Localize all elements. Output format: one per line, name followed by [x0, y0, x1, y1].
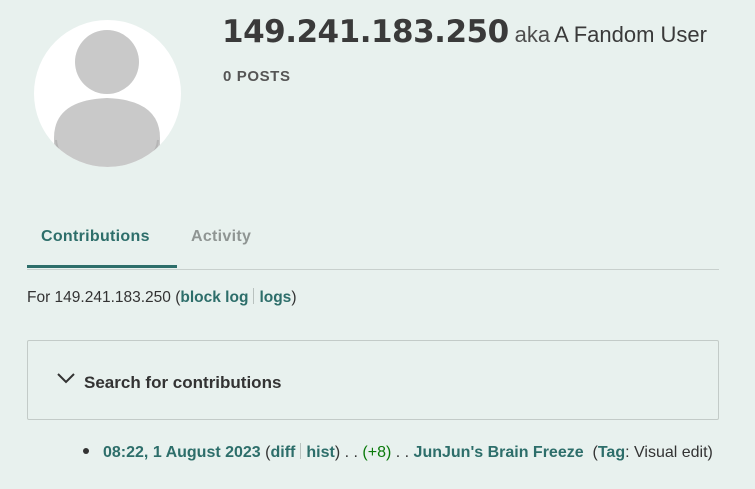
contributions-for-line: For 149.241.183.250 (block log logs) — [27, 288, 296, 307]
default-user-icon — [54, 30, 160, 167]
logs-link[interactable]: logs — [259, 289, 291, 306]
active-tab-indicator — [27, 265, 177, 268]
timestamp-link[interactable]: 08:22, 1 August 2023 — [103, 444, 261, 461]
search-contributions-title[interactable]: Search for contributions — [84, 373, 281, 393]
search-contributions-panel[interactable]: Search for contributions — [27, 340, 719, 420]
hist-link[interactable]: hist — [306, 444, 334, 461]
profile-header: 149.241.183.250 aka A Fandom User — [222, 14, 707, 50]
aka-label: aka — [514, 22, 551, 47]
dots: . . — [395, 444, 410, 461]
block-log-link[interactable]: block log — [180, 289, 248, 306]
tag-link[interactable]: Tag — [598, 444, 625, 461]
for-suffix: ) — [291, 289, 297, 306]
tag-close: ) — [707, 444, 713, 461]
separator — [253, 288, 255, 304]
chevron-down-icon[interactable] — [56, 371, 76, 385]
profile-tabs: Contributions Activity — [27, 222, 719, 270]
avatar — [34, 20, 181, 167]
diff-link[interactable]: diff — [270, 444, 295, 461]
bullet — [83, 448, 89, 454]
tab-contributions[interactable]: Contributions — [41, 228, 150, 246]
for-prefix: For 149.241.183.250 ( — [27, 289, 181, 306]
posts-count[interactable]: 0 POSTS — [223, 68, 291, 85]
tag-value: : Visual edit — [625, 444, 708, 461]
aka-name: A Fandom User — [554, 22, 707, 47]
page-link[interactable]: JunJun's Brain Freeze — [414, 444, 584, 461]
list-item: 08:22, 1 August 2023 (diff hist) . . (+8)… — [83, 438, 723, 467]
dots: . . — [344, 444, 358, 461]
user-name: 149.241.183.250 — [222, 14, 509, 50]
separator — [300, 443, 302, 459]
tab-activity[interactable]: Activity — [191, 228, 251, 246]
size-change: (+8) — [362, 444, 392, 461]
